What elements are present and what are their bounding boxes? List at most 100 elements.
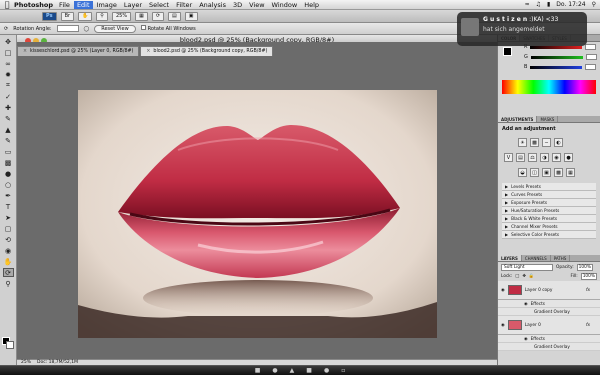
clock[interactable]: Do. 17:24 <box>556 1 585 8</box>
preset-selective-color[interactable]: ▶ Selective Color Presets <box>502 231 596 239</box>
screen-mode-icon[interactable]: ▣ <box>184 11 198 21</box>
menu-window[interactable]: Window <box>272 1 298 9</box>
selective-color-icon[interactable]: ▦ <box>566 168 575 177</box>
tab-adjustments[interactable]: ADJUSTMENTS <box>498 116 538 122</box>
hue-saturation-icon[interactable]: ▤ <box>516 153 525 162</box>
layer-row[interactable]: ◉ Layer 0 fx <box>498 316 600 335</box>
dock-app-icon[interactable]: ■ <box>306 367 312 374</box>
menu-edit[interactable]: Edit <box>73 0 93 9</box>
blue-value[interactable] <box>585 64 597 70</box>
lock-pixels-icon[interactable]: □ <box>515 274 519 279</box>
preset-channel-mixer[interactable]: ▶ Channel Mixer Presets <box>502 223 596 231</box>
layer-name[interactable]: Layer 0 <box>525 323 541 328</box>
color-spectrum[interactable] <box>502 80 596 94</box>
gradient-map-icon[interactable]: ▩ <box>554 168 563 177</box>
levels-icon[interactable]: ▩ <box>530 138 539 147</box>
type-tool-icon[interactable]: T <box>3 202 14 211</box>
hand-tool-icon[interactable]: ✋ <box>3 257 14 266</box>
layer-effects[interactable]: ◉ Effects <box>498 335 600 343</box>
tab-layers[interactable]: LAYERS <box>498 255 522 261</box>
zoom-tool-icon[interactable]: ⚲ <box>96 11 108 21</box>
eraser-tool-icon[interactable]: ▭ <box>3 147 14 156</box>
curves-icon[interactable]: ∽ <box>542 138 551 147</box>
dock-app-icon[interactable]: ● <box>272 367 277 374</box>
channel-mixer-icon[interactable]: ● <box>564 153 573 162</box>
tab-masks[interactable]: MASKS <box>537 116 559 122</box>
tab-kisseschlord[interactable]: × kisseschlord.psd @ 25% (Layer 0, RGB/8#… <box>17 46 140 56</box>
rotate-all-windows-checkbox[interactable]: Rotate All Windows <box>140 25 196 32</box>
menu-select[interactable]: Select <box>149 1 169 9</box>
spotlight-icon[interactable]: ⚲ <box>592 1 596 8</box>
preset-black-white[interactable]: ▶ Black & White Presets <box>502 215 596 223</box>
path-select-tool-icon[interactable]: ➤ <box>3 213 14 222</box>
menu-layer[interactable]: Layer <box>124 1 142 9</box>
tab-close-icon[interactable]: × <box>23 49 27 54</box>
arrange-icon[interactable]: ▤ <box>168 11 181 21</box>
app-menu[interactable]: Photoshop <box>14 1 53 9</box>
gradient-tool-icon[interactable]: ▩ <box>3 158 14 167</box>
apple-icon[interactable]:  <box>0 0 14 9</box>
tab-blood2[interactable]: × blood2.psd @ 25% (Background copy, RGB/… <box>140 46 274 56</box>
black-white-icon[interactable]: ◑ <box>540 153 549 162</box>
threshold-icon[interactable]: ▣ <box>542 168 551 177</box>
3d-rotate-tool-icon[interactable]: ⟲ <box>3 235 14 244</box>
menu-view[interactable]: View <box>249 1 264 9</box>
growl-notification[interactable]: G u s t i z e n :)KA) <33 hat sich angem… <box>457 12 587 46</box>
background-color-swatch[interactable] <box>6 341 14 349</box>
wifi-icon[interactable]: ≈ <box>525 1 530 8</box>
preset-hue-saturation[interactable]: ▶ Hue/Saturation Presets <box>502 207 596 215</box>
volume-icon[interactable]: ♫ <box>536 1 541 8</box>
dodge-tool-icon[interactable]: ○ <box>3 180 14 189</box>
layer-effect-item[interactable]: Gradient Overlay <box>498 308 600 316</box>
green-slider[interactable] <box>530 55 583 59</box>
blend-mode-select[interactable]: Soft Light <box>501 263 553 271</box>
menu-help[interactable]: Help <box>304 1 319 9</box>
eye-icon[interactable]: ◉ <box>524 301 528 306</box>
opacity-input[interactable]: 100% <box>576 263 593 271</box>
menu-image[interactable]: Image <box>97 1 117 9</box>
dock-trash-icon[interactable]: ▫ <box>341 367 345 374</box>
menu-3d[interactable]: 3D <box>233 1 242 9</box>
brush-tool-icon[interactable]: ✎ <box>3 114 14 123</box>
menu-file[interactable]: File <box>59 1 70 9</box>
layer-row[interactable]: ◉ Layer 0 copy fx <box>498 281 600 300</box>
quick-select-tool-icon[interactable]: ✹ <box>3 70 14 79</box>
canvas-lips-image[interactable] <box>78 90 437 338</box>
lock-all-icon[interactable]: 🔒 <box>529 274 534 279</box>
layer-effect-item[interactable]: Gradient Overlay <box>498 343 600 351</box>
tab-channels[interactable]: CHANNELS <box>522 255 551 261</box>
pen-tool-icon[interactable]: ✒ <box>3 191 14 200</box>
dock-app-icon[interactable]: ● <box>324 367 329 374</box>
zoom-tool-icon[interactable]: ⚲ <box>3 279 14 288</box>
color-balance-icon[interactable]: ⚖ <box>528 153 537 162</box>
layer-effects[interactable]: ◉ Effects <box>498 300 600 308</box>
tab-paths[interactable]: PATHS <box>551 255 571 261</box>
rotate-view-icon[interactable]: ⟳ <box>151 11 165 21</box>
shape-tool-icon[interactable]: ▢ <box>3 224 14 233</box>
zoom-level-select[interactable]: 25% <box>111 11 132 21</box>
blue-slider[interactable] <box>530 65 583 69</box>
crop-tool-icon[interactable]: ⌗ <box>3 81 14 90</box>
clone-stamp-tool-icon[interactable]: ▲ <box>3 125 14 134</box>
eye-icon[interactable]: ◉ <box>501 288 505 293</box>
fg-color-chip[interactable] <box>503 47 512 56</box>
rotate-view-tool-icon[interactable]: ⟳ <box>2 268 14 277</box>
blur-tool-icon[interactable]: ● <box>3 169 14 178</box>
rotation-angle-input[interactable] <box>56 25 79 32</box>
marquee-tool-icon[interactable]: □ <box>3 48 14 57</box>
reset-view-button[interactable]: Reset View <box>94 24 136 33</box>
dock-app-icon[interactable]: ▲ <box>290 367 295 374</box>
posterize-icon[interactable]: ◫ <box>530 168 539 177</box>
photo-filter-icon[interactable]: ◉ <box>552 153 561 162</box>
eye-icon[interactable]: ◉ <box>524 336 528 341</box>
healing-tool-icon[interactable]: ✚ <box>3 103 14 112</box>
vibrance-icon[interactable]: V <box>504 153 513 162</box>
brightness-contrast-icon[interactable]: ☀ <box>518 138 527 147</box>
eye-icon[interactable]: ◉ <box>501 323 505 328</box>
lock-move-icon[interactable]: ✥ <box>522 274 526 279</box>
grid-icon[interactable]: ▦ <box>135 11 148 21</box>
eyedropper-tool-icon[interactable]: ✓ <box>3 92 14 101</box>
bridge-icon[interactable]: Br <box>60 11 75 21</box>
menu-analysis[interactable]: Analysis <box>199 1 226 9</box>
battery-icon[interactable]: ▮ <box>547 1 550 8</box>
